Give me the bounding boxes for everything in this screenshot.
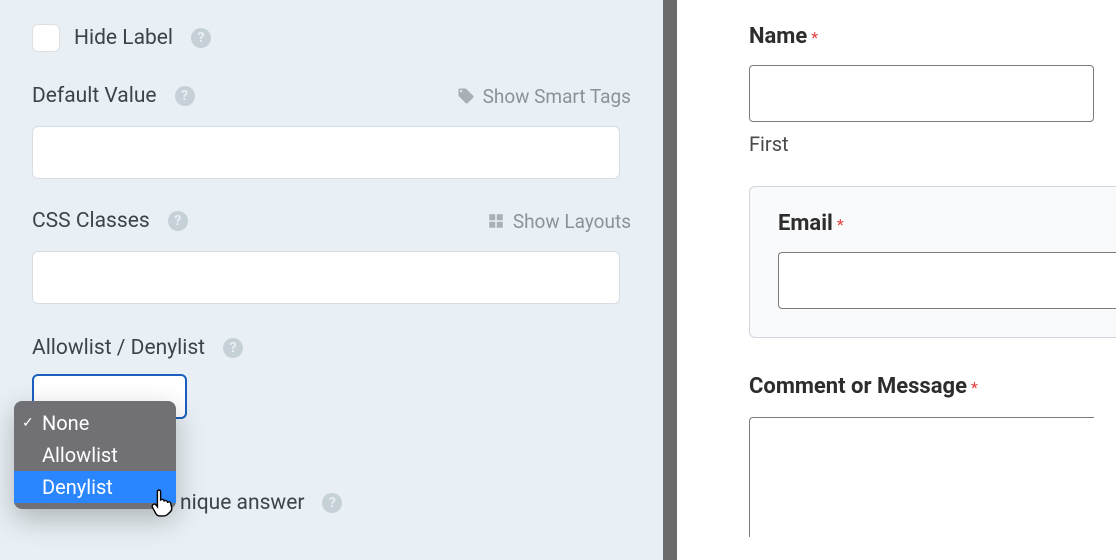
name-input[interactable] — [749, 65, 1094, 122]
unique-answer-row: nique answer ? — [180, 491, 342, 515]
allowlist-label: Allowlist / Denylist — [32, 336, 205, 360]
form-preview: Name* First Email* Comment or Message* — [677, 0, 1116, 560]
hide-label-checkbox[interactable] — [32, 24, 60, 52]
required-asterisk: * — [837, 215, 844, 234]
email-input[interactable] — [778, 252, 1116, 309]
tag-icon — [457, 87, 475, 105]
show-smart-tags-text: Show Smart Tags — [483, 85, 631, 108]
comment-field: Comment or Message* — [749, 374, 1116, 537]
css-classes-input[interactable] — [32, 251, 620, 304]
css-classes-header: CSS Classes ? Show Layouts — [32, 209, 631, 233]
popup-option-allowlist-label: Allowlist — [42, 443, 118, 467]
comment-textarea[interactable] — [749, 417, 1094, 537]
show-layouts-link[interactable]: Show Layouts — [487, 210, 631, 233]
grid-icon — [487, 212, 505, 230]
email-field-card[interactable]: Email* — [749, 186, 1116, 338]
show-layouts-text: Show Layouts — [513, 210, 631, 233]
popup-option-denylist[interactable]: Denylist — [14, 471, 176, 503]
allowlist-popup: None Allowlist Denylist — [14, 401, 176, 509]
hide-label-text: Hide Label — [74, 26, 173, 50]
help-icon[interactable]: ? — [168, 211, 188, 231]
popup-option-allowlist[interactable]: Allowlist — [14, 439, 176, 471]
show-smart-tags-link[interactable]: Show Smart Tags — [457, 85, 631, 108]
hide-label-row: Hide Label ? — [32, 24, 631, 52]
default-value-label: Default Value — [32, 84, 157, 108]
name-first-sublabel: First — [749, 132, 1116, 156]
default-value-input[interactable] — [32, 126, 620, 179]
help-icon[interactable]: ? — [175, 86, 195, 106]
comment-label: Comment or Message — [749, 374, 967, 399]
name-label: Name — [749, 24, 807, 49]
email-label: Email — [778, 211, 833, 236]
css-classes-label: CSS Classes — [32, 209, 150, 233]
help-icon[interactable]: ? — [223, 338, 243, 358]
popup-option-denylist-label: Denylist — [42, 475, 113, 499]
panel-divider[interactable] — [663, 0, 677, 560]
settings-panel: Hide Label ? Default Value ? Show Smart … — [0, 0, 663, 560]
help-icon[interactable]: ? — [322, 493, 342, 513]
help-icon[interactable]: ? — [191, 28, 211, 48]
name-field: Name* First — [749, 24, 1116, 156]
popup-option-none-label: None — [42, 411, 89, 435]
unique-answer-suffix: nique answer — [180, 491, 304, 515]
required-asterisk: * — [811, 28, 818, 47]
allowlist-header: Allowlist / Denylist ? — [32, 336, 631, 360]
popup-option-none[interactable]: None — [14, 407, 176, 439]
required-asterisk: * — [971, 378, 978, 397]
default-value-header: Default Value ? Show Smart Tags — [32, 84, 631, 108]
